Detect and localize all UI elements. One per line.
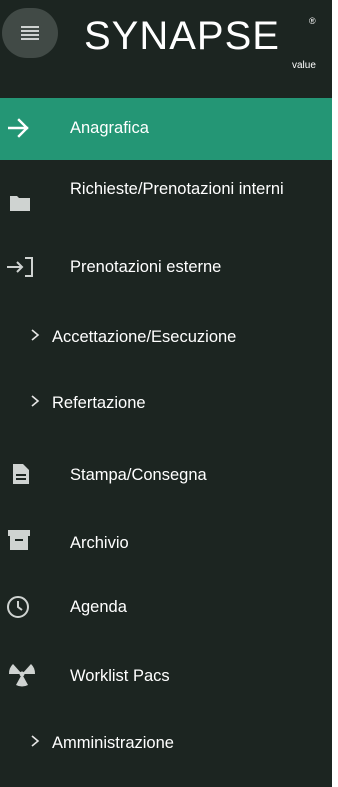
menu-item-agenda[interactable]: Agenda <box>0 586 332 630</box>
logo-registered-mark: ® <box>309 16 316 26</box>
menu-item-worklist-pacs[interactable]: Worklist Pacs <box>0 652 332 698</box>
chevron-right-icon <box>30 394 40 412</box>
menu-item-stampa-consegna[interactable]: Stampa/Consegna <box>0 452 332 498</box>
menu-item-label: Archivio <box>70 534 129 552</box>
menu-item-accettazione-esecuzione[interactable]: Accettazione/Esecuzione <box>0 316 332 360</box>
right-edge-strip <box>332 0 338 787</box>
menu-item-label: Worklist Pacs <box>70 667 170 685</box>
menu-item-refertazione[interactable]: Refertazione <box>0 382 332 426</box>
menu-item-label: Amministrazione <box>52 734 174 752</box>
sidebar-header: SYNAPSE ® value <box>0 0 332 82</box>
logo-text: SYNAPSE <box>84 14 280 58</box>
menu-item-archivio[interactable]: Archivio <box>0 520 332 566</box>
hamburger-icon <box>21 26 39 40</box>
synapse-logo: SYNAPSE ® value <box>84 14 324 72</box>
hamburger-button[interactable] <box>2 8 58 58</box>
menu-item-label: Prenotazioni esterne <box>70 258 222 276</box>
document-icon <box>10 463 32 485</box>
sidebar: SYNAPSE ® value Anagrafica Richieste/Pre… <box>0 0 332 787</box>
login-icon <box>6 256 34 278</box>
menu-item-label: Agenda <box>70 598 127 616</box>
menu-item-label: Refertazione <box>52 394 146 412</box>
logo-subtitle: value <box>292 60 316 71</box>
menu-item-prenotazioni-esterne[interactable]: Prenotazioni esterne <box>0 246 332 290</box>
chevron-right-icon <box>30 328 40 346</box>
clock-icon <box>6 595 30 619</box>
menu-item-label: Stampa/Consegna <box>70 466 207 484</box>
menu-item-amministrazione[interactable]: Amministrazione <box>0 722 332 766</box>
menu-item-label: Richieste/Prenotazioni interni <box>70 180 284 198</box>
folder-icon <box>9 192 31 214</box>
menu-item-label: Anagrafica <box>70 119 149 137</box>
radiation-icon <box>8 661 36 687</box>
menu-item-label: Accettazione/Esecuzione <box>52 328 237 346</box>
chevron-right-icon <box>30 734 40 752</box>
menu-item-richieste-prenotazioni[interactable]: Richieste/Prenotazioni interni <box>0 170 332 236</box>
arrow-right-icon <box>8 117 30 139</box>
menu-item-anagrafica[interactable]: Anagrafica <box>0 98 332 160</box>
archive-icon <box>7 529 31 551</box>
